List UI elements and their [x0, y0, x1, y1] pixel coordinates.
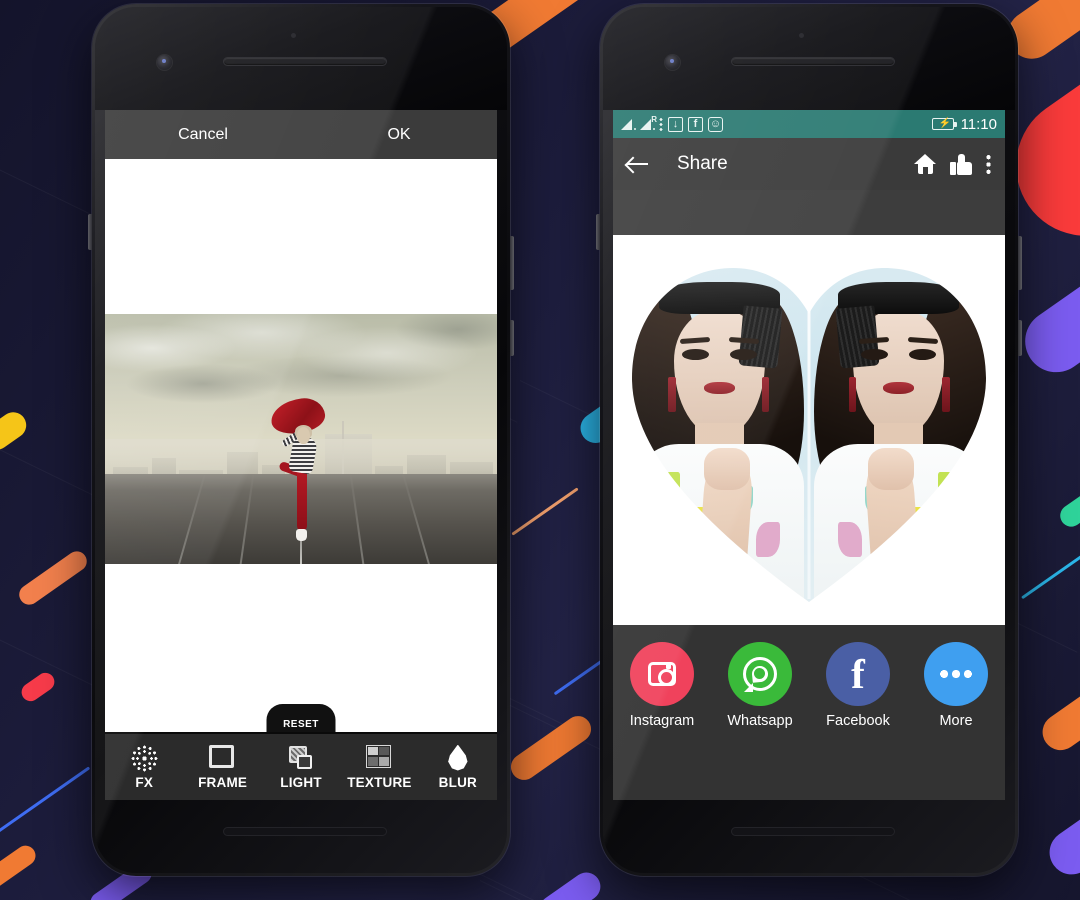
tool-label: LIGHT	[280, 774, 322, 790]
tool-texture[interactable]: TEXTURE	[340, 744, 418, 790]
blur-droplet-icon	[444, 744, 471, 772]
signal-bars-roaming-icon: R	[640, 115, 657, 130]
status-clock: 11:10	[960, 115, 997, 133]
signal-bars-icon	[621, 118, 636, 130]
right-phone-power-button[interactable]	[1018, 236, 1022, 290]
right-phone-volume-button[interactable]	[596, 214, 600, 250]
tool-blur[interactable]: BLUR	[419, 744, 497, 790]
app-bar: Share	[613, 138, 1005, 190]
thumbs-up-icon[interactable]	[950, 153, 972, 175]
share-label: Whatsapp	[727, 713, 793, 729]
editor-topbar: Cancel OK	[105, 110, 497, 159]
page-title: Share	[677, 153, 728, 174]
share-instagram[interactable]: Instagram	[623, 642, 701, 729]
front-camera-icon	[157, 55, 172, 70]
right-phone-body: R ⚡ 11:10 Share	[603, 7, 1015, 873]
whatsapp-icon[interactable]	[728, 642, 792, 706]
right-phone-device: R ⚡ 11:10 Share	[596, 4, 1022, 876]
share-label: Instagram	[629, 713, 695, 729]
frame-square-icon	[209, 744, 236, 772]
fx-starburst-icon	[130, 744, 158, 772]
collage-half-left	[630, 254, 809, 606]
left-phone-volume-button[interactable]	[88, 214, 92, 250]
light-layers-icon	[288, 745, 315, 772]
left-phone-device: Cancel OK RESET FX FRAME LIGHT TEXTURE B…	[88, 4, 514, 876]
back-arrow-icon[interactable]	[627, 156, 649, 172]
right-phone-screen: R ⚡ 11:10 Share	[613, 110, 1005, 800]
editor-canvas[interactable]	[105, 159, 497, 732]
heart-collage[interactable]	[630, 254, 988, 606]
share-label: More	[939, 713, 973, 729]
ok-button[interactable]: OK	[301, 126, 497, 144]
facebook-icon[interactable]: f	[826, 642, 890, 706]
editor-toolbar: FX FRAME LIGHT TEXTURE BLUR	[105, 732, 497, 800]
left-phone-volume-up-button[interactable]	[510, 320, 514, 356]
share-targets-bar: Instagram Whatsapp f Facebook More	[613, 625, 1005, 800]
share-whatsapp[interactable]: Whatsapp	[721, 642, 799, 729]
status-bar: R ⚡ 11:10	[613, 110, 1005, 138]
portrait-photo	[630, 254, 809, 606]
kebab-menu-icon[interactable]	[986, 154, 991, 174]
texture-grid-icon	[365, 744, 393, 772]
more-dots-icon[interactable]	[924, 642, 988, 706]
tool-label: TEXTURE	[347, 774, 412, 790]
three-dots-icon	[659, 117, 663, 131]
reset-button[interactable]: RESET	[266, 704, 336, 732]
home-icon[interactable]	[914, 154, 936, 174]
share-label: Facebook	[826, 713, 890, 729]
facebook-notification-icon	[688, 116, 703, 132]
bottom-speaker	[223, 827, 387, 836]
share-facebook[interactable]: f Facebook	[819, 642, 897, 729]
download-icon	[668, 116, 683, 132]
left-phone-top-hardware	[95, 7, 507, 110]
tool-light[interactable]: LIGHT	[262, 745, 340, 790]
roaming-indicator: R	[651, 115, 657, 124]
status-bar-left: R	[621, 115, 932, 132]
left-phone-screen: Cancel OK RESET FX FRAME LIGHT TEXTURE B…	[105, 110, 497, 800]
left-phone-power-button[interactable]	[510, 236, 514, 290]
battery-charging-icon: ⚡	[931, 118, 957, 130]
bottom-speaker	[731, 827, 895, 836]
tool-label: BLUR	[438, 774, 477, 790]
tool-fx[interactable]: FX	[105, 744, 183, 790]
left-phone-body: Cancel OK RESET FX FRAME LIGHT TEXTURE B…	[95, 7, 507, 873]
earpiece-speaker	[223, 57, 387, 66]
portrait-photo-mirrored	[809, 254, 988, 606]
tool-frame[interactable]: FRAME	[183, 744, 261, 790]
appbar-spacer	[613, 190, 1005, 235]
proximity-sensor-icon	[799, 33, 804, 38]
right-phone-volume-up-button[interactable]	[1018, 320, 1022, 356]
status-bar-right: ⚡ 11:10	[931, 115, 997, 133]
share-more[interactable]: More	[917, 642, 995, 729]
tool-label: FRAME	[198, 774, 248, 790]
collage-divider	[807, 261, 811, 599]
proximity-sensor-icon	[291, 33, 296, 38]
photo-subject	[269, 395, 333, 549]
front-camera-icon	[665, 55, 680, 70]
cancel-button[interactable]: Cancel	[105, 126, 301, 144]
right-phone-top-hardware	[603, 7, 1015, 110]
tool-label: FX	[135, 774, 154, 790]
smiley-icon	[708, 116, 723, 132]
editor-photo[interactable]	[105, 314, 497, 564]
collage-half-right	[809, 254, 988, 606]
instagram-icon[interactable]	[630, 642, 694, 706]
earpiece-speaker	[731, 57, 895, 66]
collage-preview[interactable]	[613, 235, 1005, 625]
